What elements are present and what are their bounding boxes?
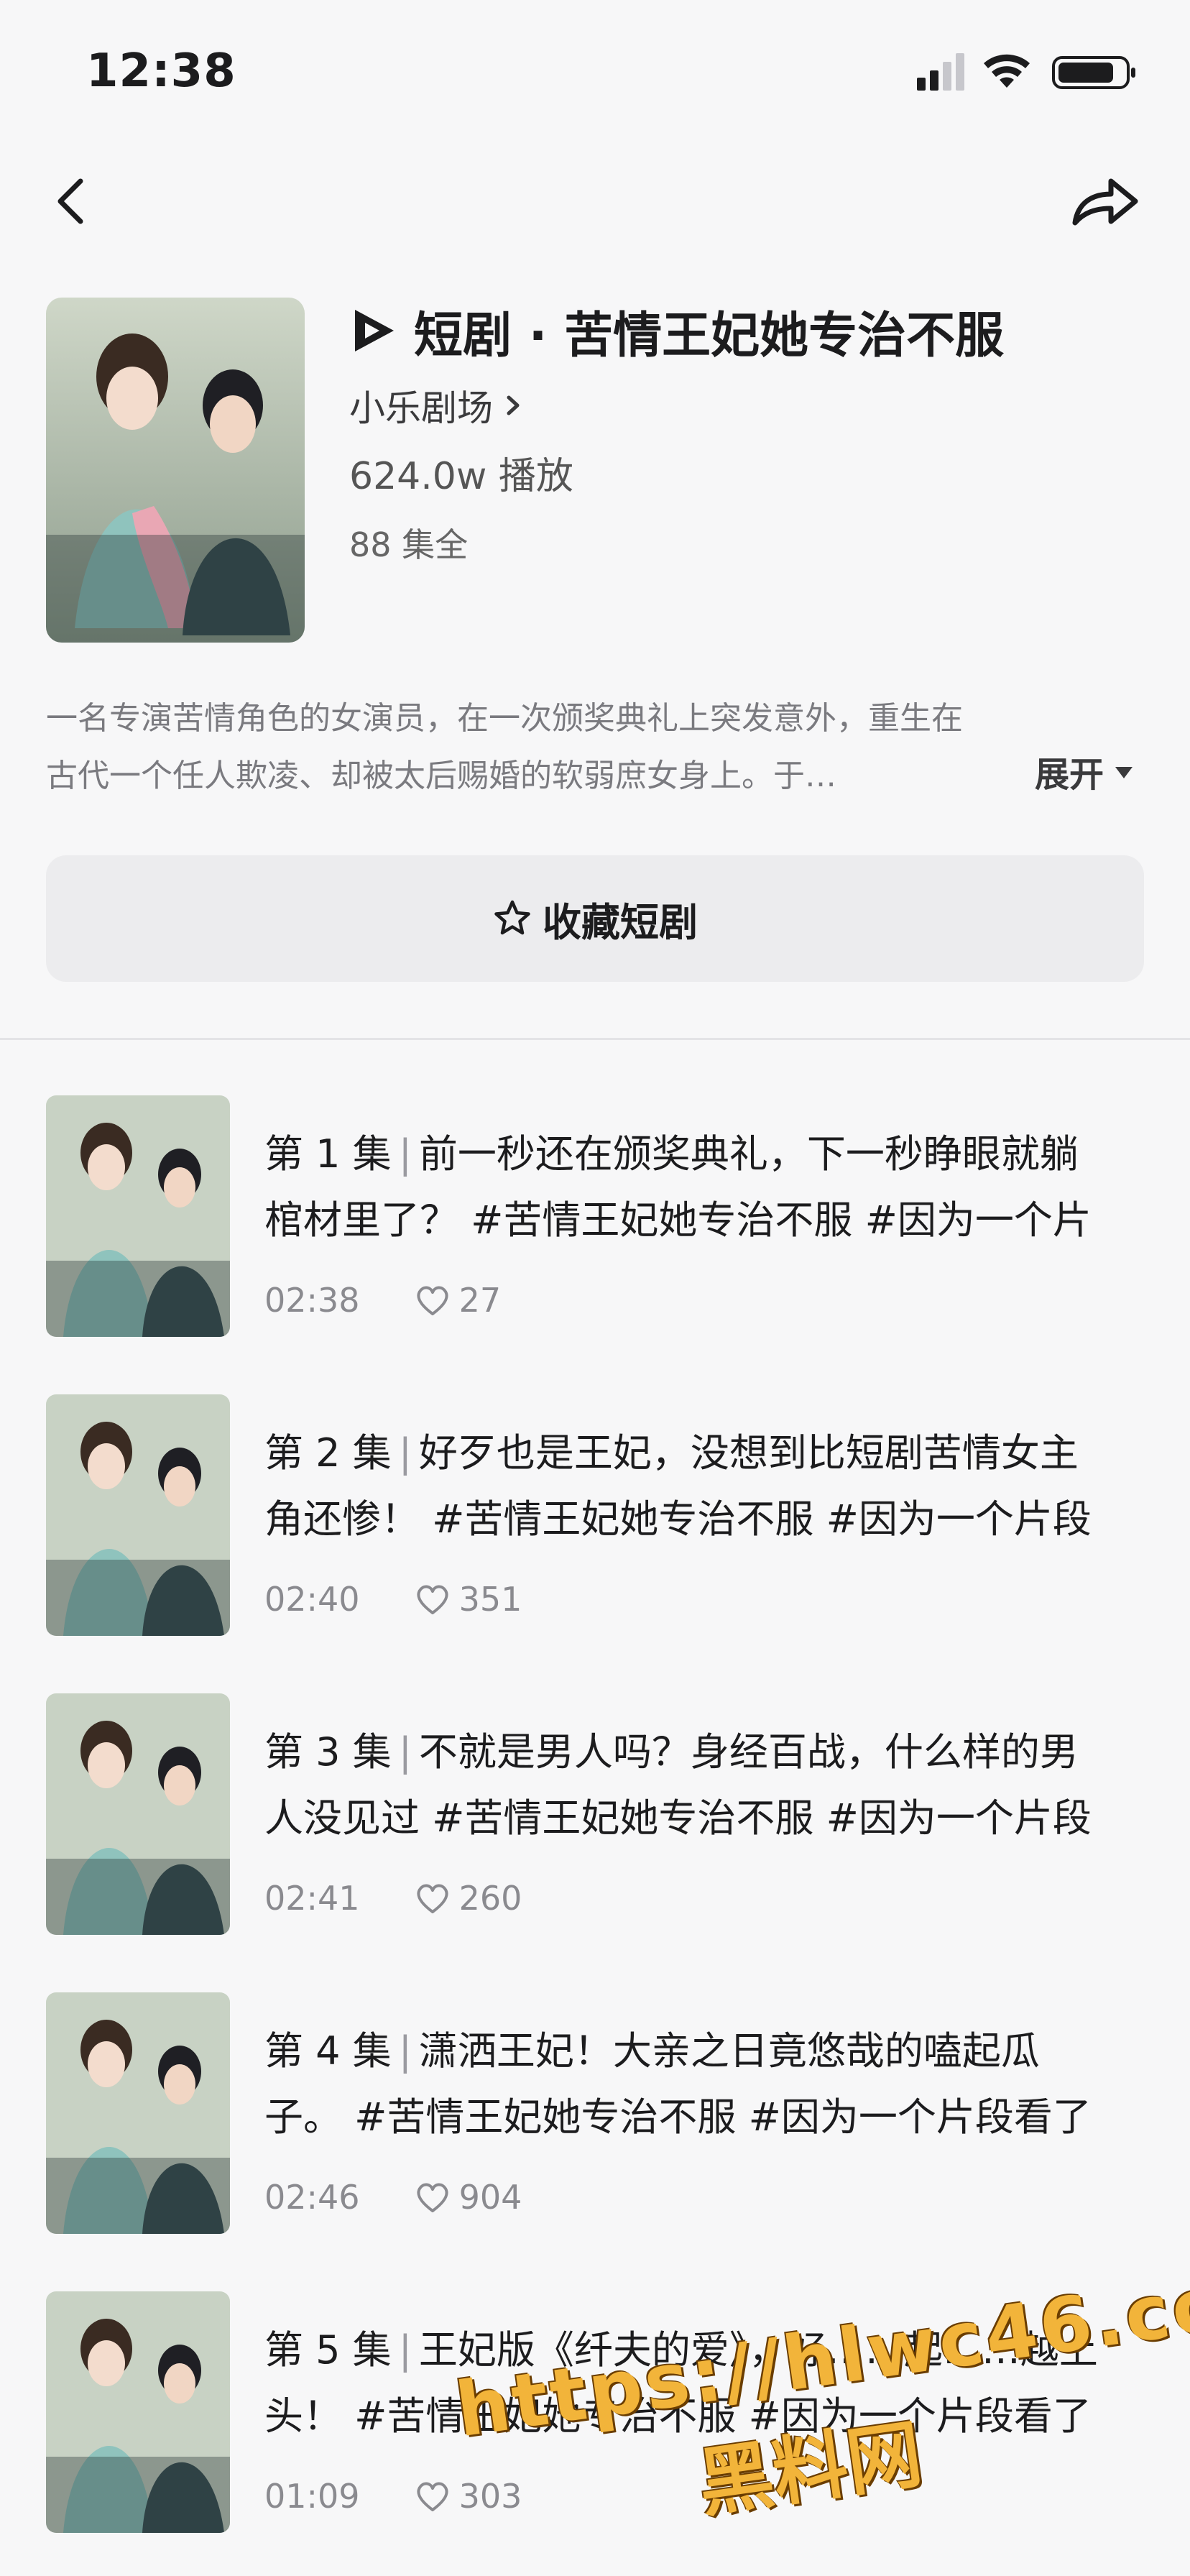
episode-meta: 02:41 260 (264, 1879, 522, 1918)
synopsis-line: 一名专演苦情角色的女演员，在一次颁奖典礼上突发意外，重生在 (46, 700, 963, 737)
drama-poster[interactable] (46, 298, 305, 643)
separator: | (398, 2028, 412, 2074)
battery-icon (1052, 56, 1135, 89)
caret-down-icon (1115, 767, 1133, 778)
heart-icon (417, 1286, 448, 1315)
episode-meta: 02:46 904 (264, 2178, 522, 2217)
status-icons (917, 53, 1135, 91)
episode-thumbnail (46, 1992, 230, 2234)
episode-likes: 27 (458, 1281, 502, 1320)
heart-icon (417, 2183, 448, 2212)
episode-title: 不就是男人吗？身经百战，什么样的男 (418, 1729, 1079, 1775)
drama-title: 短剧 · 苦情王妃她专治不服 (414, 307, 1005, 364)
episode-number: 第 5 集 (264, 2327, 392, 2373)
separator: | (398, 1729, 412, 1775)
collect-label: 收藏短剧 (543, 899, 698, 945)
episode-likes: 904 (458, 2178, 522, 2217)
episode-meta: 02:38 27 (264, 1281, 501, 1320)
short-drama-play-icon (355, 310, 394, 351)
episode-meta: 01:09 303 (264, 2477, 522, 2516)
episode-number: 第 4 集 (264, 2028, 392, 2074)
episode-thumbnail (46, 1394, 230, 1636)
drama-title-row: 短剧 · 苦情王妃她专治不服 (349, 295, 1004, 367)
back-icon[interactable] (43, 165, 115, 237)
episode-title: 好歹也是王妃，没想到比短剧苦情女主 (418, 1430, 1079, 1476)
expand-label: 展开 (1034, 755, 1104, 795)
episode-likes: 303 (458, 2477, 522, 2516)
episode-item[interactable]: 第 2 集 | 好歹也是王妃，没想到比短剧苦情女主 角还惨！ #苦情王妃她专治不服 … (0, 1394, 1190, 1636)
producer-link[interactable]: 小乐剧场 (349, 380, 527, 431)
separator: | (398, 1430, 412, 1476)
episode-title: 潇洒王妃！大亲之日竟悠哉的嗑起瓜 (418, 2028, 1040, 2074)
heart-icon (417, 2482, 448, 2511)
episode-likes: 351 (458, 1580, 522, 1619)
episode-text: 第 1 集 | 前一秒还在颁奖典礼，下一秒睁眼就躺 棺材里了？ #苦情王妃她专治不服… (264, 1121, 1156, 1254)
signal-icon (917, 53, 964, 91)
episode-count: 88 集全 (349, 525, 469, 564)
episode-title-cont: 人没见过 #苦情王妃她专治不服 #因为一个片段 (264, 1795, 1092, 1841)
episode-thumbnail (46, 2291, 230, 2533)
wifi-icon (984, 54, 1030, 88)
episode-text: 第 4 集 | 潇洒王妃！大亲之日竟悠哉的嗑起瓜 子。 #苦情王妃她专治不服 #因为… (264, 2018, 1156, 2150)
episode-item[interactable]: 第 4 集 | 潇洒王妃！大亲之日竟悠哉的嗑起瓜 子。 #苦情王妃她专治不服 #因为… (0, 1992, 1190, 2234)
heart-icon (417, 1884, 448, 1913)
episode-duration: 02:40 (264, 1580, 360, 1619)
synopsis: 一名专演苦情角色的女演员，在一次颁奖典礼上突发意外，重生在 古代一个任人欺凌、却… (46, 690, 1009, 805)
episode-number: 第 2 集 (264, 1430, 392, 1476)
episode-title-cont: 角还惨！ #苦情王妃她专治不服 #因为一个片段 (264, 1496, 1092, 1542)
episode-duration: 01:09 (264, 2477, 360, 2516)
episode-number: 第 1 集 (264, 1131, 392, 1177)
episode-meta: 02:40 351 (264, 1580, 522, 1619)
separator: | (398, 1131, 412, 1177)
episode-number: 第 3 集 (264, 1729, 392, 1775)
episode-item[interactable]: 第 3 集 | 不就是男人吗？身经百战，什么样的男 人没见过 #苦情王妃她专治不服 … (0, 1693, 1190, 1935)
share-icon[interactable] (1061, 165, 1147, 237)
episode-thumbnail (46, 1693, 230, 1935)
star-icon (494, 900, 530, 935)
episode-thumbnail (46, 1095, 230, 1337)
chevron-right-icon (507, 395, 520, 415)
episode-likes: 260 (458, 1879, 522, 1918)
episode-title-cont: 子。 #苦情王妃她专治不服 #因为一个片段看了 (264, 2094, 1092, 2140)
episode-title: 前一秒还在颁奖典礼，下一秒睁眼就躺 (418, 1131, 1079, 1177)
section-divider (0, 1038, 1190, 1040)
producer-name: 小乐剧场 (349, 387, 493, 429)
episode-duration: 02:38 (264, 1281, 360, 1320)
heart-icon (417, 1585, 448, 1614)
play-count: 624.0w 播放 (349, 455, 573, 498)
status-time: 12:38 (86, 45, 236, 98)
separator: | (398, 2327, 412, 2373)
episode-title-cont: 棺材里了？ #苦情王妃她专治不服 #因为一个片 (264, 1197, 1092, 1243)
episode-text: 第 3 集 | 不就是男人吗？身经百战，什么样的男 人没见过 #苦情王妃她专治不服 … (264, 1719, 1156, 1852)
episode-duration: 02:41 (264, 1879, 360, 1918)
episode-item[interactable]: 第 1 集 | 前一秒还在颁奖典礼，下一秒睁眼就躺 棺材里了？ #苦情王妃她专治不服… (0, 1095, 1190, 1337)
episode-duration: 02:46 (264, 2178, 360, 2217)
expand-button[interactable]: 展开 (1035, 746, 1137, 796)
episode-text: 第 2 集 | 好歹也是王妃，没想到比短剧苦情女主 角还惨！ #苦情王妃她专治不服 … (264, 1420, 1156, 1552)
collect-drama-button[interactable]: 收藏短剧 (46, 855, 1144, 982)
synopsis-line: 古代一个任人欺凌、却被太后赐婚的软弱庶女身上。于… (46, 758, 836, 794)
